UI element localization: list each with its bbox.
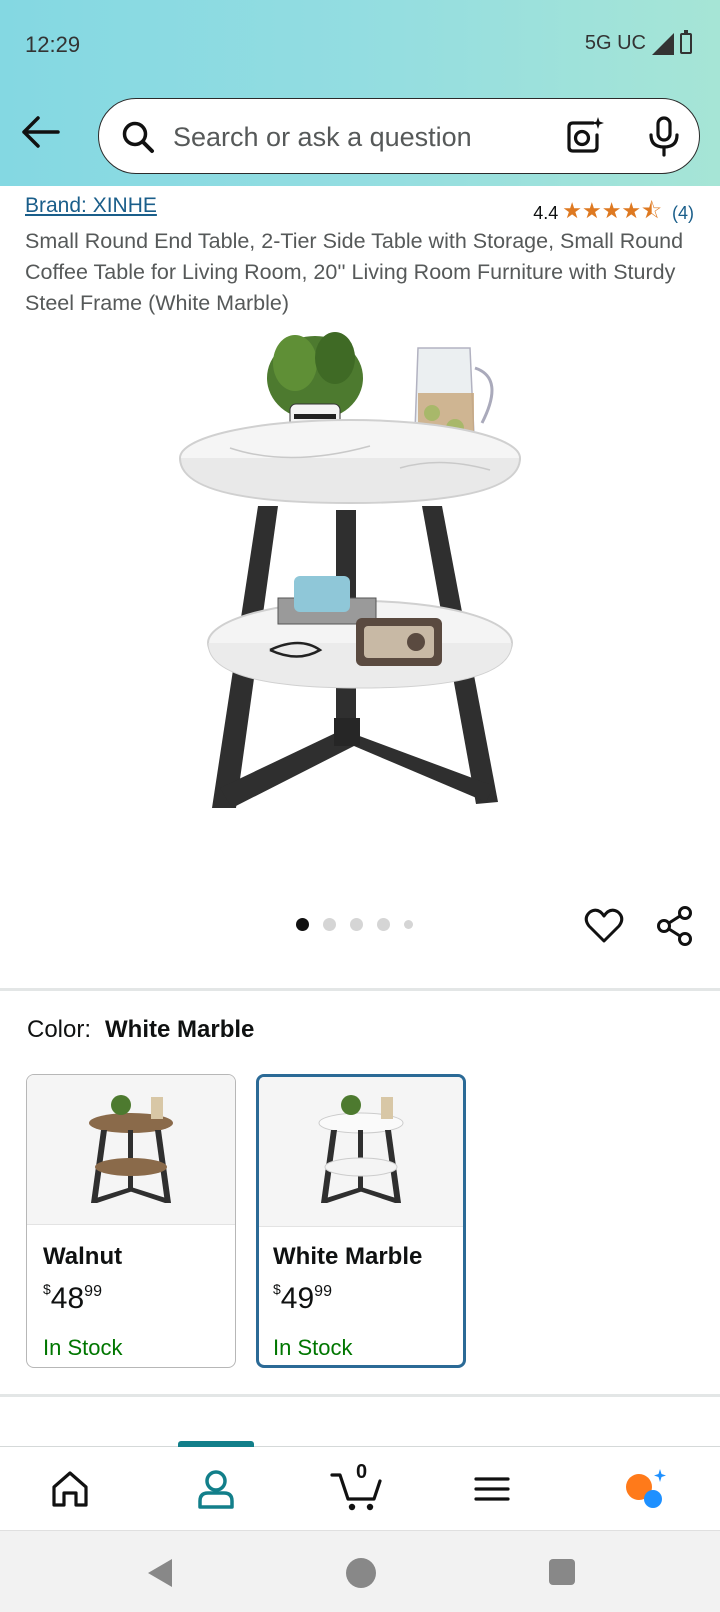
stock-status: In Stock [43, 1335, 123, 1360]
color-option-white-marble[interactable]: White Marble $4999 In Stock [256, 1074, 466, 1368]
carousel-dot[interactable] [350, 918, 363, 931]
section-divider [0, 988, 720, 991]
rating-value: 4.4 [533, 202, 559, 223]
cart-count: 0 [356, 1461, 368, 1483]
arrow-left-icon [22, 116, 60, 148]
color-option-price: $4999 [273, 1281, 332, 1315]
stock-status: In Stock [273, 1335, 353, 1360]
status-indicators: 5G UC [584, 30, 692, 55]
color-selected-value: White Marble [105, 1016, 255, 1043]
menu-icon[interactable] [468, 1465, 516, 1513]
rufus-assistant-icon[interactable] [622, 1465, 670, 1513]
microphone-icon[interactable] [647, 115, 681, 157]
header: 12:29 5G UC [0, 0, 720, 186]
carousel-dot[interactable] [323, 918, 336, 931]
color-option-walnut[interactable]: Walnut $4899 In Stock [26, 1074, 236, 1368]
product-title: Small Round End Table, 2-Tier Side Table… [25, 229, 684, 315]
review-count[interactable]: (4) [672, 203, 694, 224]
account-icon[interactable] [192, 1465, 240, 1513]
carousel-indicator [296, 918, 413, 931]
search-bar[interactable] [98, 98, 700, 174]
home-icon[interactable] [46, 1465, 94, 1513]
search-input[interactable] [173, 117, 533, 157]
signal-icon [652, 32, 674, 55]
active-tab-indicator [178, 1441, 254, 1447]
bottom-nav: 0 [0, 1441, 720, 1530]
color-option-name: Walnut [43, 1243, 123, 1270]
brand-link[interactable]: Brand: XINHE [25, 194, 157, 218]
color-heading: Color: White Marble [27, 1016, 254, 1044]
system-navigation-bar [0, 1530, 720, 1612]
carousel-dot[interactable] [377, 918, 390, 931]
color-option-name: White Marble [273, 1243, 423, 1270]
share-icon[interactable] [656, 906, 694, 946]
system-recents-icon[interactable] [549, 1559, 575, 1585]
back-button[interactable] [18, 112, 62, 152]
color-option-price: $4899 [43, 1281, 102, 1315]
search-icon [122, 121, 154, 153]
white-marble-thumbnail [259, 1077, 463, 1227]
product-image[interactable] [170, 318, 550, 838]
section-divider [0, 1394, 720, 1397]
carousel-dot[interactable] [404, 920, 413, 929]
network-label: 5G UC [584, 32, 646, 54]
tissue-box-decor [294, 576, 350, 612]
system-home-icon[interactable] [346, 1558, 376, 1588]
carousel-dot[interactable] [296, 918, 309, 931]
color-label: Color: [27, 1016, 92, 1043]
walnut-thumbnail [27, 1075, 235, 1225]
battery-icon [680, 30, 692, 54]
camera-lens-icon[interactable] [563, 115, 605, 157]
heart-icon[interactable] [584, 908, 624, 944]
status-time: 12:29 [25, 32, 81, 57]
system-back-icon[interactable] [148, 1559, 172, 1587]
